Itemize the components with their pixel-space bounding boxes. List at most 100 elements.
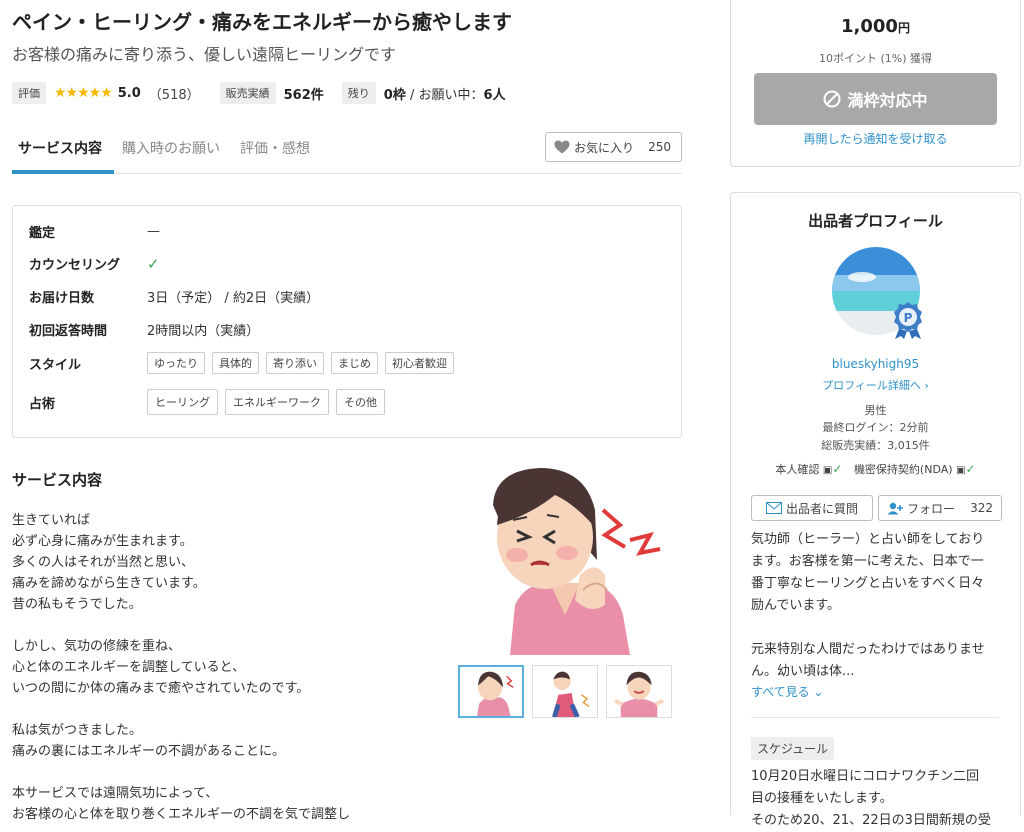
pro-badge-icon: P [894, 302, 922, 339]
fortune-tag[interactable]: エネルギーワーク [225, 389, 329, 415]
description-line: 生きていれば [12, 513, 91, 528]
remaining-value: 0枠 [383, 87, 406, 103]
spec-row-style: スタイル ゆったり 具体的 寄り添い まじめ 初心者歓迎 [29, 352, 461, 374]
points-text: 10ポイント (1%) 獲得 [818, 52, 933, 65]
spec-box: 鑑定 — カウンセリング ✓ お届け日数 3日（予定） / 約2日（実績） 初回… [12, 205, 682, 438]
rating-count[interactable]: （518） [149, 84, 200, 103]
add-user-icon [887, 502, 903, 514]
svg-text:P: P [904, 311, 913, 325]
style-tag[interactable]: まじめ [331, 352, 378, 374]
price-value: 1,000 [841, 16, 898, 37]
ask-seller-button[interactable]: 出品者に質問 [751, 495, 873, 521]
fortune-tag[interactable]: その他 [336, 389, 385, 415]
follow-button[interactable]: フォロー 322 [878, 495, 1002, 521]
thumbnail-1[interactable] [458, 665, 524, 718]
verification-row: 本人確認 ▣✓ 機密保持契約(NDA) ▣✓ [731, 461, 1020, 477]
identity-label: 本人確認 [775, 463, 820, 476]
profile-detail-link[interactable]: プロフィール詳細へ › [731, 377, 1020, 393]
description-line: いつの間にか体の痛みまで癒やされていたのです。 [12, 681, 310, 696]
seller-last-login: 最終ログイン：2分前 [822, 421, 929, 434]
notify-link[interactable]: 再開したら通知を受け取る [731, 130, 1020, 147]
thumbnail-pain-image [477, 671, 514, 716]
service-subtitle: お客様の痛みに寄り添う、優しい遠隔ヒーリングです [12, 45, 397, 64]
full-capacity-label: 満枠対応中 [847, 91, 928, 110]
rating-chip: 評価 [12, 82, 46, 104]
see-all-link[interactable]: すべて見る ⌄ [751, 683, 824, 700]
description-text: 生きていれば 必ず心身に痛みが生まれます。 多くの人はそれが当然と思い、 痛みを… [12, 510, 412, 825]
heart-icon [554, 140, 570, 154]
spec-label: 鑑定 [29, 226, 56, 241]
style-tag[interactable]: ゆったり [147, 352, 205, 374]
main-column: ペイン・ヒーリング・痛みをエネルギーから癒やします お客様の痛みに寄り添う、優し… [0, 0, 700, 822]
spec-value: 2時間以内（実績） [147, 324, 260, 339]
schedule-line: そのため20、21、22日の3日間新規の受 [751, 813, 991, 828]
id-card-icon: ▣ [822, 465, 833, 476]
chevron-right-icon: › [924, 379, 929, 392]
description-line [12, 699, 412, 720]
check-icon: ✓ [965, 462, 976, 476]
active-tab-indicator [12, 170, 114, 174]
schedule-text: 10月20日水曜日にコロナワクチン二回 目の接種をいたします。 そのため20、2… [751, 766, 1003, 832]
style-tag[interactable]: 初心者歓迎 [385, 352, 454, 374]
schedule-chip: スケジュール [751, 737, 835, 760]
style-tag[interactable]: 寄り添い [266, 352, 324, 374]
description-line [12, 615, 412, 636]
seller-profile-heading: 出品者プロフィール [808, 212, 943, 230]
tab-reviews[interactable]: 評価・感想 [240, 138, 310, 158]
spec-row-reply: 初回返答時間 2時間以内（実績） [29, 320, 259, 339]
bio-line [751, 617, 1003, 639]
spec-row-counseling: カウンセリング ✓ [29, 254, 160, 274]
bio-line: 気功師（ヒーラー）と占い師をしており [751, 532, 985, 547]
spec-row-delivery: お届け日数 3日（予定） / 約2日（実績） [29, 287, 319, 306]
service-title: ペイン・ヒーリング・痛みをエネルギーから癒やします [12, 10, 512, 34]
spec-label: 初回返答時間 [29, 324, 108, 339]
profile-detail-label: プロフィール詳細へ [822, 379, 921, 392]
remaining-suffix: / お願い中： [405, 87, 484, 103]
price-currency: 円 [897, 21, 910, 35]
rating-stars-icon: ★★★★★ [54, 85, 113, 101]
sales-chip: 販売実績 [219, 82, 276, 104]
shoulder-pain-illustration[interactable] [455, 465, 680, 655]
purchase-card: 1,000円 10ポイント (1%) 獲得 満枠対応中 再開したら通知を受け取る [730, 0, 1021, 167]
check-icon: ✓ [832, 462, 843, 476]
thumbnail-2[interactable] [532, 665, 598, 718]
chevron-down-icon: ⌄ [813, 685, 824, 699]
spec-label: カウンセリング [29, 258, 121, 273]
description-line: 本サービスでは遠隔気功によって、 [12, 786, 219, 801]
spec-value: 3日（予定） / 約2日（実績） [147, 291, 320, 306]
stats-bar: 評価 ★★★★★ 5.0 （518） 販売実績 562件 残り 0枠 / お願い… [12, 82, 506, 104]
favorite-button[interactable]: お気に入り 250 [545, 132, 682, 162]
description-line [12, 762, 412, 783]
rating-value: 5.0 [117, 85, 141, 101]
thumbnail-3[interactable] [606, 665, 672, 718]
nda-label: 機密保持契約(NDA) [853, 463, 953, 476]
spec-row-fortune: 占術 ヒーリング エネルギーワーク その他 [29, 389, 392, 415]
ask-seller-label: 出品者に質問 [786, 501, 859, 516]
prohibited-icon [823, 90, 841, 108]
seller-bio: 気功師（ヒーラー）と占い師をしており ます。お客様を第一に考えた、日本で一 番丁… [751, 529, 1003, 683]
description-line: 私は気がつきました。 [12, 723, 143, 738]
description-heading: サービス内容 [12, 471, 103, 489]
description-line: 多くの人はそれが当然と思い、 [12, 555, 195, 570]
see-all-label: すべて見る [751, 685, 810, 699]
tab-purchase-notes[interactable]: 購入時のお願い [122, 138, 220, 158]
spec-label: 占術 [29, 396, 56, 412]
favorite-count: 250 [648, 140, 671, 154]
bio-line: 励んでいます。 [751, 598, 841, 613]
follow-count: 322 [970, 501, 993, 515]
remaining-chip: 残り [341, 82, 376, 104]
tab-service[interactable]: サービス内容 [18, 138, 102, 158]
fortune-tag[interactable]: ヒーリング [147, 389, 218, 415]
bio-line: 元来特別な人間だったわけではありませ [751, 642, 985, 657]
seller-total-sales: 総販売実績：3,015件 [821, 439, 930, 452]
price: 1,000円 [731, 16, 1020, 37]
favorite-label: お気に入り [574, 140, 635, 155]
seller-profile-card: 出品者プロフィール P blueskyhigh95 プロフィール詳細へ › 男性… [730, 192, 1021, 828]
spec-value: — [147, 224, 160, 239]
description-line: 必ず心身に痛みが生まれます。 [12, 534, 193, 549]
sidebar: 1,000円 10ポイント (1%) 獲得 満枠対応中 再開したら通知を受け取る… [730, 0, 1021, 828]
full-capacity-button[interactable]: 満枠対応中 [754, 73, 997, 125]
bio-line: 番丁寧なヒーリングと占いをすべく日々 [751, 576, 985, 591]
style-tag[interactable]: 具体的 [212, 352, 259, 374]
seller-username[interactable]: blueskyhigh95 [731, 357, 1020, 371]
